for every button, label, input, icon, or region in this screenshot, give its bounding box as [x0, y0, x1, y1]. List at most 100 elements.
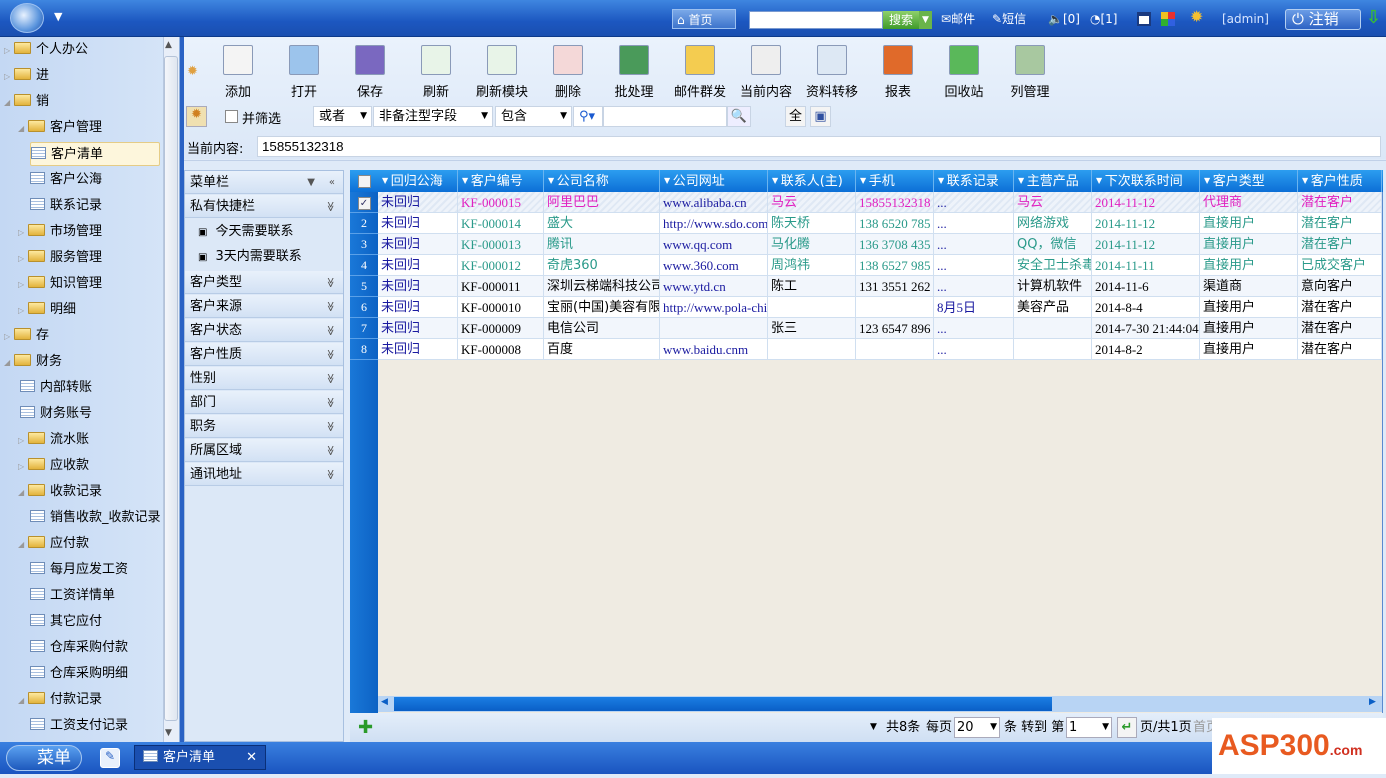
tree-item[interactable]: ◢ 财务 — [4, 350, 62, 374]
search-button[interactable]: 搜索 — [883, 11, 919, 29]
tree-item[interactable]: 工资详情单 — [30, 584, 115, 608]
column-header[interactable]: 客户类型 — [1200, 170, 1298, 192]
toolbar-button-add[interactable]: 添加 — [206, 45, 270, 100]
collapsed-arrow-icon[interactable]: ▷ — [4, 39, 14, 63]
global-search-input[interactable] — [749, 11, 883, 29]
search-dropdown-icon[interactable]: ▼ — [919, 11, 932, 29]
scroll-down-icon[interactable]: ▼ — [165, 728, 172, 738]
menu-dropdown-icon[interactable]: ▼ — [307, 171, 315, 194]
speaker-button[interactable]: 🔈[0] — [1048, 9, 1080, 29]
tree-item[interactable]: 内部转账 — [20, 376, 92, 400]
grid-cell[interactable]: www.ytd.cn — [660, 276, 768, 297]
toolbar-button-recycle[interactable]: 回收站 — [932, 45, 996, 100]
toolbar-button-batch[interactable]: 批处理 — [602, 45, 666, 100]
download-arrow-icon[interactable]: ⇩ — [1366, 7, 1381, 28]
tree-item[interactable]: ◢ 客户管理 — [18, 116, 102, 140]
toolbar-button-open[interactable]: 打开 — [272, 45, 336, 100]
expanded-arrow-icon[interactable]: ◢ — [18, 533, 28, 557]
column-header[interactable]: 联系人(主) — [768, 170, 856, 192]
add-row-icon[interactable]: ✚ — [358, 713, 373, 742]
row-number[interactable]: 3 — [350, 234, 378, 255]
menu-section[interactable]: 性别 ≫ — [185, 367, 343, 390]
tree-item[interactable]: ▷ 知识管理 — [18, 272, 102, 296]
collapsed-arrow-icon[interactable]: ▷ — [18, 455, 28, 479]
task-tab-customer-list[interactable]: 客户清单 ✕ — [134, 745, 266, 770]
quick-link[interactable]: ▣ 3天内需要联系 — [198, 245, 302, 269]
tree-item[interactable]: ▷ 明细 — [18, 298, 76, 322]
column-header[interactable]: 客户编号 — [458, 170, 544, 192]
column-header[interactable]: 手机 — [856, 170, 934, 192]
start-menu-button[interactable]: 菜单 — [6, 745, 82, 771]
tree-item[interactable]: ▷ 应收款 — [18, 454, 89, 478]
toolbar-button-delete[interactable]: 删除 — [536, 45, 600, 100]
toolbar-button-current-content[interactable]: 当前内容 — [734, 45, 798, 100]
collapsed-arrow-icon[interactable]: ▷ — [18, 273, 28, 297]
scroll-up-icon[interactable]: ▲ — [165, 40, 172, 50]
save-filter-icon[interactable]: ▣ — [810, 106, 831, 127]
and-filter-checkbox[interactable] — [225, 110, 238, 123]
expanded-arrow-icon[interactable]: ◢ — [4, 91, 14, 115]
tree-item[interactable]: ▷ 存 — [4, 324, 49, 348]
desktop-icon[interactable]: ✎ — [100, 748, 120, 768]
menu-section[interactable]: 客户状态 ≫ — [185, 319, 343, 342]
toolbar-button-transfer[interactable]: 资料转移 — [800, 45, 864, 100]
collapsed-arrow-icon[interactable]: ▷ — [4, 325, 14, 349]
field-select[interactable]: 非备注型字段 ▼ — [373, 106, 493, 127]
tree-item[interactable]: ▷ 市场管理 — [18, 220, 102, 244]
tree-item[interactable]: 其它应付 — [30, 610, 102, 634]
row-number[interactable]: 7 — [350, 318, 378, 339]
column-header[interactable]: 下次联系时间 — [1092, 170, 1200, 192]
collapsed-arrow-icon[interactable]: ▷ — [18, 429, 28, 453]
grid-cell[interactable] — [660, 318, 768, 339]
tree-item[interactable]: ◢ 收款记录 — [18, 480, 102, 504]
menu-section[interactable]: 通讯地址 ≫ — [185, 463, 343, 486]
sms-button[interactable]: ✎短信 — [992, 9, 1026, 29]
collapsed-arrow-icon[interactable]: ▷ — [18, 221, 28, 245]
tree-item[interactable]: ▷ 个人办公 — [4, 38, 88, 62]
row-number[interactable]: 5 — [350, 276, 378, 297]
current-content-input[interactable] — [257, 136, 1381, 157]
tree-item[interactable]: 仓库采购明细 — [30, 662, 128, 686]
menu-section[interactable]: 所属区域 ≫ — [185, 439, 343, 462]
column-header[interactable]: 回归公海 — [378, 170, 458, 192]
grid-cell[interactable]: http://www.pola-chi — [660, 297, 768, 318]
tree-item[interactable]: 仓库采购付款 — [30, 636, 128, 660]
grid-cell[interactable]: www.360.com — [660, 255, 768, 276]
tree-item[interactable]: ▷ 流水账 — [18, 428, 89, 452]
row-number[interactable]: 4 — [350, 255, 378, 276]
page-select[interactable]: 1 ▼ — [1066, 717, 1112, 738]
toolbar-button-refresh-module[interactable]: 刷新模块 — [470, 45, 534, 100]
tree-item[interactable]: 工资支付记录 — [30, 714, 128, 738]
logo-menu-caret-icon[interactable]: ▼ — [54, 10, 62, 23]
row-number[interactable]: ✓ — [350, 192, 378, 213]
search-mode-icon[interactable]: ⚲▾ — [573, 106, 603, 127]
tree-item[interactable]: ◢ 应付款 — [18, 532, 89, 556]
toolbar-button-mass-mail[interactable]: 邮件群发 — [668, 45, 732, 100]
filter-value-input[interactable] — [603, 106, 727, 127]
scroll-right-icon[interactable]: ▶ — [1369, 697, 1376, 707]
tree-item[interactable]: 财务账号 — [20, 402, 92, 426]
collapsed-arrow-icon[interactable]: ▷ — [4, 65, 14, 89]
notice-button[interactable]: ◔[1] — [1090, 9, 1117, 29]
tree-item[interactable]: ▷ 进 — [4, 64, 49, 88]
column-header[interactable]: 主营产品 — [1014, 170, 1092, 192]
toolbar-button-refresh[interactable]: 刷新 — [404, 45, 468, 100]
tree-item[interactable]: 每月应发工资 — [30, 558, 128, 582]
panel-divider[interactable] — [184, 160, 1386, 168]
close-tab-icon[interactable]: ✕ — [246, 746, 257, 769]
grid-cell[interactable]: www.alibaba.cn — [660, 192, 768, 213]
magnifier-search-icon[interactable]: 🔍 — [727, 106, 751, 127]
toolbar-button-column-manage[interactable]: 列管理 — [998, 45, 1062, 100]
app-logo[interactable] — [10, 3, 44, 33]
settings-gear-icon[interactable]: ✹ — [1190, 7, 1203, 27]
tree-scrollbar-thumb[interactable] — [164, 56, 178, 721]
column-header[interactable]: 公司名称 — [544, 170, 660, 192]
column-header[interactable]: 客户性质 — [1298, 170, 1382, 192]
tree-item[interactable]: 销售收款_收款记录 — [30, 506, 161, 530]
column-header[interactable]: 公司网址 — [660, 170, 768, 192]
expanded-arrow-icon[interactable]: ◢ — [4, 351, 14, 375]
expanded-arrow-icon[interactable]: ◢ — [18, 689, 28, 713]
pager-menu-icon[interactable]: ▼ — [870, 713, 877, 742]
window-icon[interactable] — [1137, 12, 1151, 26]
grid-cell[interactable]: www.baidu.cnm — [660, 339, 768, 360]
